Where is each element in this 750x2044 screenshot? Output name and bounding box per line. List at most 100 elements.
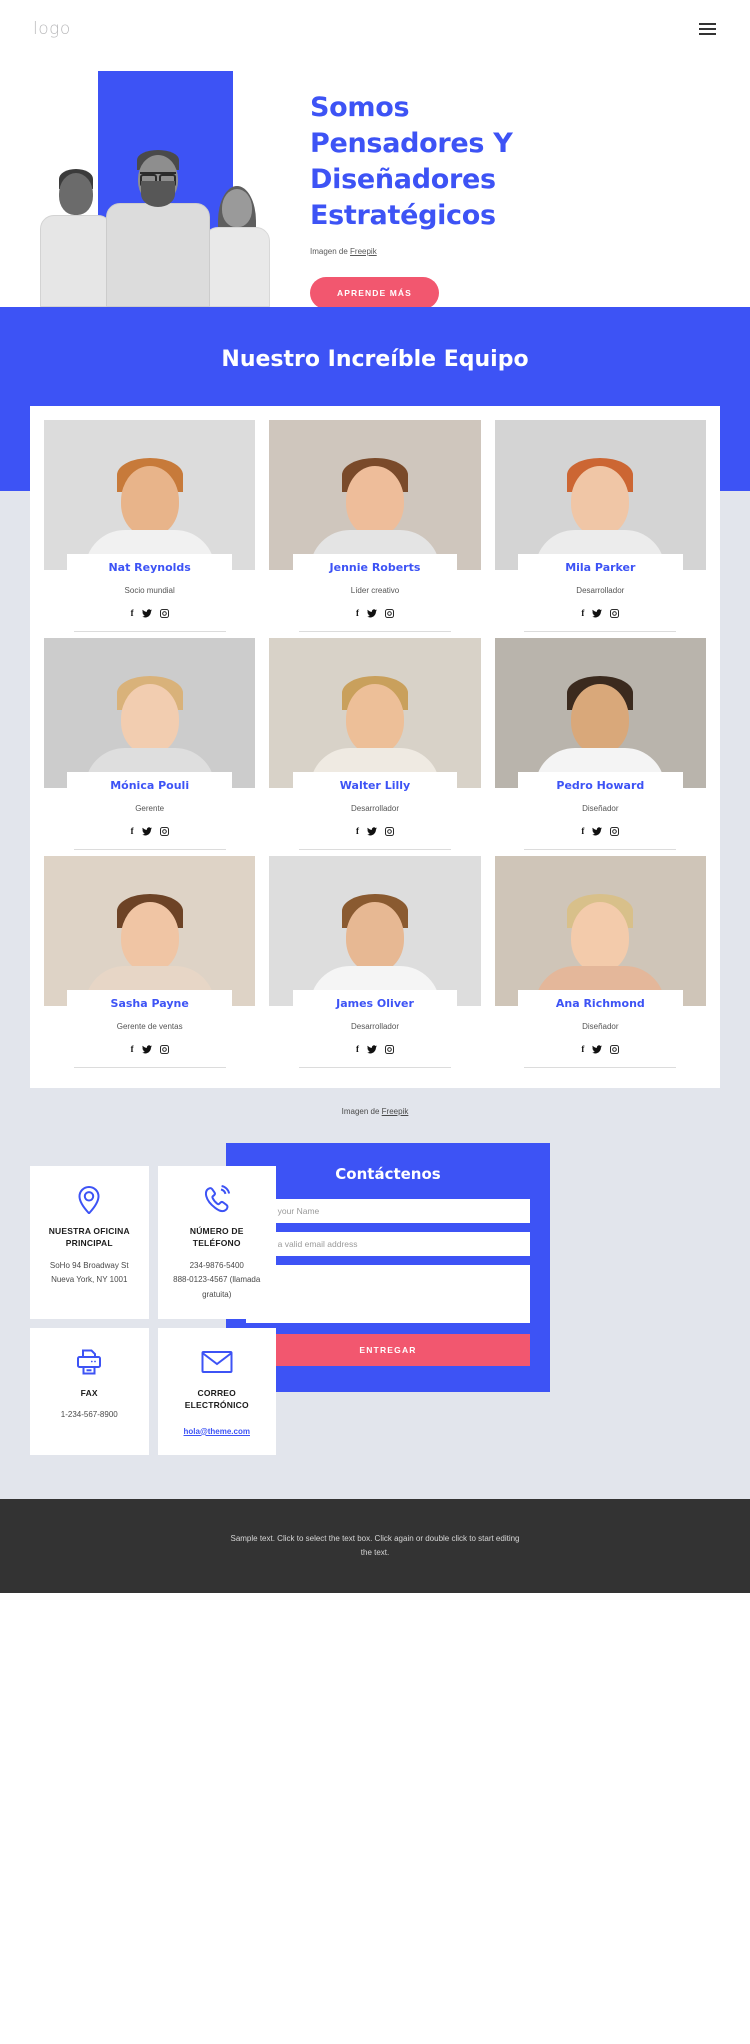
location-pin-icon — [40, 1184, 139, 1216]
team-member-card[interactable]: James Oliver Desarrollador f — [269, 856, 481, 1068]
member-social-links: f — [269, 609, 481, 620]
facebook-icon[interactable]: f — [581, 827, 584, 838]
head-shape — [59, 173, 93, 215]
email-input[interactable] — [246, 1232, 530, 1256]
beard-shape — [141, 181, 175, 207]
member-social-links: f — [269, 827, 481, 838]
head-shape — [345, 684, 404, 754]
team-member-card[interactable]: Mila Parker Desarrollador f — [494, 420, 706, 632]
hero-team-photo — [20, 131, 290, 307]
facebook-icon[interactable]: f — [356, 827, 359, 838]
instagram-icon[interactable] — [610, 1045, 620, 1056]
member-divider — [524, 849, 677, 850]
team-member-card[interactable]: Ana Richmond Diseñador f — [494, 856, 706, 1068]
credit-link[interactable]: Freepik — [382, 1107, 409, 1116]
info-line: 1-234-567-8900 — [60, 1410, 118, 1420]
member-role: Desarrollador — [269, 1022, 481, 1031]
name-input[interactable] — [246, 1199, 530, 1223]
hero-person-center — [106, 150, 210, 307]
member-role: Desarrollador — [269, 804, 481, 813]
instagram-icon[interactable] — [610, 827, 620, 838]
body-shape — [106, 203, 210, 307]
envelope-icon — [168, 1346, 267, 1378]
member-role: Socio mundial — [44, 586, 256, 595]
logo[interactable]: logo — [33, 19, 71, 39]
submit-button[interactable]: ENTREGAR — [246, 1334, 530, 1366]
contact-section: NUESTRA OFICINA PRINCIPAL SoHo 94 Broadwa… — [0, 1116, 750, 1499]
info-card-title: NÚMERO DE TELÉFONO — [189, 1226, 244, 1249]
team-card-container: Nat Reynolds Socio mundial f Jennie Roberts… — [30, 406, 720, 1088]
site-header: logo — [0, 0, 750, 58]
facebook-icon[interactable]: f — [581, 609, 584, 620]
message-textarea[interactable] — [246, 1265, 530, 1323]
hero-section: Somos Pensadores Y Diseñadores Estratégi… — [0, 58, 750, 307]
hamburger-icon[interactable] — [695, 19, 720, 39]
contact-info-card: CORREO ELECTRÓNICO hola@theme.com — [157, 1328, 276, 1455]
team-member-card[interactable]: Sasha Payne Gerente de ventas f — [44, 856, 256, 1068]
instagram-icon[interactable] — [159, 609, 169, 620]
hamburger-bar — [699, 23, 716, 25]
member-social-links: f — [44, 609, 256, 620]
twitter-icon[interactable] — [592, 609, 603, 620]
facebook-icon[interactable]: f — [356, 609, 359, 620]
team-member-card[interactable]: Mónica Pouli Gerente f — [44, 638, 256, 850]
member-photo — [269, 420, 481, 570]
member-divider — [73, 849, 226, 850]
footer-text: Sample text. Click to select the text bo… — [230, 1534, 520, 1557]
contact-info-card: FAX 1-234-567-8900 — [30, 1328, 149, 1455]
body-shape — [40, 215, 112, 307]
member-social-links: f — [44, 827, 256, 838]
team-member-card[interactable]: Walter Lilly Desarrollador f — [269, 638, 481, 850]
twitter-icon[interactable] — [592, 827, 603, 838]
member-photo — [44, 856, 256, 1006]
instagram-icon[interactable] — [610, 609, 620, 620]
instagram-icon[interactable] — [385, 827, 394, 838]
member-name: Sasha Payne — [67, 990, 233, 1015]
instagram-icon[interactable] — [385, 609, 394, 620]
facebook-icon[interactable]: f — [581, 1045, 584, 1056]
facebook-icon[interactable]: f — [356, 1045, 359, 1056]
twitter-icon[interactable] — [141, 1045, 152, 1056]
instagram-icon[interactable] — [385, 1045, 394, 1056]
facebook-icon[interactable]: f — [131, 609, 134, 620]
member-name: Walter Lilly — [292, 772, 458, 797]
twitter-icon[interactable] — [366, 609, 377, 620]
member-divider — [298, 1067, 452, 1068]
member-divider — [524, 631, 677, 632]
email-link[interactable]: hola@theme.com — [184, 1427, 250, 1436]
head-shape — [345, 466, 404, 536]
member-role: Líder creativo — [269, 586, 481, 595]
member-divider — [73, 1067, 226, 1068]
site-footer: Sample text. Click to select the text bo… — [0, 1498, 750, 1593]
team-member-card[interactable]: Pedro Howard Diseñador f — [494, 638, 706, 850]
member-role: Diseñador — [494, 1022, 706, 1031]
info-line: 234-9876-5400 — [189, 1260, 244, 1270]
twitter-icon[interactable] — [592, 1045, 603, 1056]
member-name: Ana Richmond — [517, 990, 683, 1015]
member-photo — [269, 856, 481, 1006]
twitter-icon[interactable] — [141, 827, 152, 838]
info-card-title: NUESTRA OFICINA PRINCIPAL — [48, 1226, 130, 1249]
team-member-card[interactable]: Jennie Roberts Líder creativo f — [269, 420, 481, 632]
facebook-icon[interactable]: f — [131, 1045, 134, 1056]
hero-person-left — [40, 169, 112, 307]
member-photo — [44, 638, 256, 788]
twitter-icon[interactable] — [366, 1045, 377, 1056]
info-line: 888-0123-4567 (llamada gratuita) — [173, 1275, 261, 1300]
info-card-title: FAX — [80, 1388, 98, 1399]
twitter-icon[interactable] — [366, 827, 377, 838]
facebook-icon[interactable]: f — [131, 827, 134, 838]
instagram-icon[interactable] — [159, 1045, 169, 1056]
instagram-icon[interactable] — [159, 827, 169, 838]
head-shape — [345, 902, 404, 972]
credit-link[interactable]: Freepik — [350, 247, 377, 256]
info-line: SoHo 94 Broadway St — [49, 1260, 129, 1270]
team-image-credit: Imagen de Freepik — [0, 1088, 750, 1116]
learn-more-button[interactable]: APRENDE MÁS — [310, 276, 439, 307]
team-member-card[interactable]: Nat Reynolds Socio mundial f — [44, 420, 256, 632]
member-photo — [494, 856, 706, 1006]
hamburger-bar — [699, 28, 716, 30]
member-name: Nat Reynolds — [67, 554, 233, 579]
member-photo — [44, 420, 256, 570]
twitter-icon[interactable] — [141, 609, 152, 620]
